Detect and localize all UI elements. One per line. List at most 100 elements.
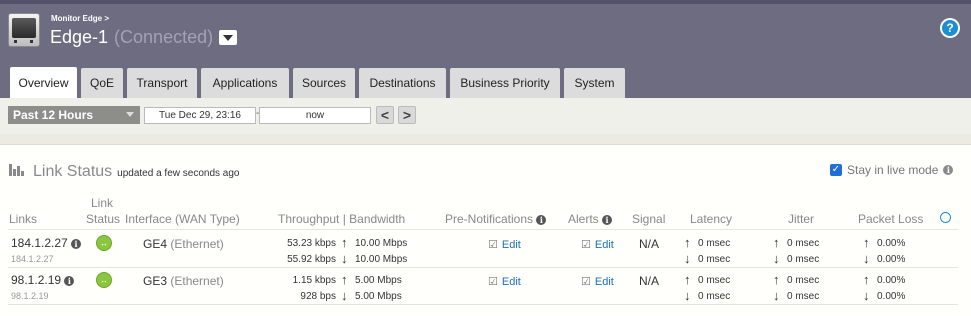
- panel-title: Link Status updated a few seconds ago: [9, 162, 239, 181]
- edge-name: Edge-1: [50, 27, 109, 47]
- tab-qoe[interactable]: QoE: [81, 68, 123, 98]
- info-icon[interactable]: i: [64, 275, 75, 286]
- breadcrumb[interactable]: Monitor Edge >: [51, 14, 109, 23]
- loss-down: 0.00%: [877, 254, 906, 265]
- edit-icon: ☑: [581, 276, 591, 288]
- col-links[interactable]: Links: [9, 212, 37, 226]
- pre-notifications-edit[interactable]: ☑ Edit: [488, 274, 521, 288]
- info-icon[interactable]: i: [71, 238, 82, 249]
- down-arrow-icon: ↓: [341, 251, 348, 266]
- edge-select-dropdown[interactable]: [219, 30, 238, 45]
- latency-down: 0 msec: [698, 291, 731, 302]
- up-arrow-icon: ↑: [684, 235, 691, 250]
- time-range-label: Past 12 Hours: [13, 108, 94, 122]
- expand-columns-icon[interactable]: [940, 212, 951, 223]
- up-arrow-icon: ↑: [863, 272, 870, 287]
- time-range-toolbar: Past 12 Hours Tue Dec 29, 23:16 - now < …: [0, 98, 971, 134]
- latency-up: 0 msec: [698, 238, 731, 249]
- up-arrow-icon: ↑: [863, 235, 870, 250]
- link-ip: 184.1.2.27: [11, 254, 54, 264]
- edit-link[interactable]: Edit: [595, 239, 614, 251]
- help-icon: ?: [942, 20, 958, 36]
- pre-notifications-edit[interactable]: ☑ Edit: [488, 237, 521, 251]
- tab-bar: Overview QoE Transport Applications Sour…: [0, 59, 971, 98]
- tab-destinations[interactable]: Destinations: [359, 68, 446, 98]
- edit-icon: ☑: [488, 239, 498, 251]
- col-pre-notifications-label: Pre-Notifications: [445, 212, 534, 226]
- panel-title-text: Link Status: [33, 163, 113, 180]
- help-button[interactable]: ?: [940, 18, 960, 38]
- live-mode-checkbox[interactable]: ✓: [830, 164, 842, 176]
- tab-system[interactable]: System: [564, 68, 625, 98]
- edge-header: Monitor Edge > Edge-1 (Connected) ?: [0, 0, 971, 59]
- edge-device-icon: [8, 13, 40, 47]
- info-icon[interactable]: i: [536, 214, 547, 225]
- link-name[interactable]: 184.1.2.27 i: [11, 236, 82, 250]
- updated-text: updated a few seconds ago: [117, 168, 240, 179]
- down-arrow-icon: ↓: [773, 288, 780, 303]
- end-date-input[interactable]: now: [259, 107, 371, 124]
- down-arrow-icon: ↓: [684, 288, 691, 303]
- link-status-panel: Link Status updated a few seconds ago ✓ …: [0, 144, 971, 316]
- loss-down: 0.00%: [877, 291, 906, 302]
- previous-range-button[interactable]: <: [376, 106, 394, 124]
- info-icon[interactable]: i: [943, 165, 954, 175]
- loss-up: 0.00%: [877, 275, 906, 286]
- tab-applications[interactable]: Applications: [201, 68, 289, 98]
- alerts-edit[interactable]: ☑ Edit: [581, 237, 614, 251]
- col-link-status-line2[interactable]: Status: [86, 212, 120, 226]
- col-interface[interactable]: Interface (WAN Type): [125, 212, 240, 226]
- edit-icon: ☑: [488, 276, 498, 288]
- interface: GE4 (Ethernet): [143, 237, 224, 251]
- link-name[interactable]: 98.1.2.19 i: [11, 273, 75, 287]
- chevron-down-icon: [223, 34, 234, 41]
- tab-transport[interactable]: Transport: [127, 68, 197, 98]
- col-signal[interactable]: Signal: [632, 212, 665, 226]
- up-arrow-icon: ↑: [773, 272, 780, 287]
- latency-down: 0 msec: [698, 254, 731, 265]
- col-packet-loss[interactable]: Packet Loss: [858, 212, 923, 226]
- tab-sources[interactable]: Sources: [293, 68, 355, 98]
- col-alerts: Alerts i: [568, 212, 613, 226]
- down-arrow-icon: ↓: [773, 251, 780, 266]
- col-alerts-label: Alerts: [568, 212, 599, 226]
- link-name-text: 184.1.2.27: [11, 236, 68, 250]
- up-arrow-icon: ↑: [773, 235, 780, 250]
- divider: [0, 134, 971, 144]
- throughput-up: 53.23 kbps: [287, 238, 336, 249]
- up-arrow-icon: ↑: [341, 235, 348, 250]
- next-range-button[interactable]: >: [398, 106, 416, 124]
- time-range-select[interactable]: Past 12 Hours: [8, 106, 140, 124]
- col-jitter[interactable]: Jitter: [788, 212, 814, 226]
- bandwidth-up: 5.00 Mbps: [355, 275, 402, 286]
- jitter-down: 0 msec: [787, 291, 820, 302]
- start-date-input[interactable]: Tue Dec 29, 23:16: [144, 107, 256, 124]
- alerts-edit[interactable]: ☑ Edit: [581, 274, 614, 288]
- interface-name: GE4: [143, 237, 168, 251]
- loss-up: 0.00%: [877, 238, 906, 249]
- down-arrow-icon: ↓: [341, 288, 348, 303]
- signal-value: N/A: [639, 274, 660, 288]
- link-status-icon: ↔: [96, 272, 112, 288]
- live-mode-toggle[interactable]: ✓ Stay in live mode i: [830, 163, 954, 177]
- tab-overview[interactable]: Overview: [10, 67, 77, 98]
- down-arrow-icon: ↓: [863, 288, 870, 303]
- info-icon[interactable]: i: [602, 214, 613, 225]
- throughput-down: 928 bps: [300, 291, 336, 302]
- col-pre-notifications: Pre-Notifications i: [445, 212, 547, 226]
- link-status-icon: ↔: [96, 235, 112, 251]
- jitter-down: 0 msec: [787, 254, 820, 265]
- chevron-right-icon: >: [402, 107, 412, 123]
- divider: [8, 304, 958, 305]
- down-arrow-icon: ↓: [684, 251, 691, 266]
- col-throughput[interactable]: Throughput | Bandwidth: [278, 212, 405, 226]
- edit-link[interactable]: Edit: [502, 239, 521, 251]
- link-ip: 98.1.2.19: [11, 291, 49, 301]
- tab-business-priority[interactable]: Business Priority: [450, 68, 560, 98]
- link-name-text: 98.1.2.19: [11, 273, 62, 287]
- edit-link[interactable]: Edit: [595, 276, 614, 288]
- signal-value: N/A: [639, 237, 660, 251]
- col-latency[interactable]: Latency: [690, 212, 732, 226]
- chevron-down-icon: [126, 112, 134, 117]
- edit-link[interactable]: Edit: [502, 276, 521, 288]
